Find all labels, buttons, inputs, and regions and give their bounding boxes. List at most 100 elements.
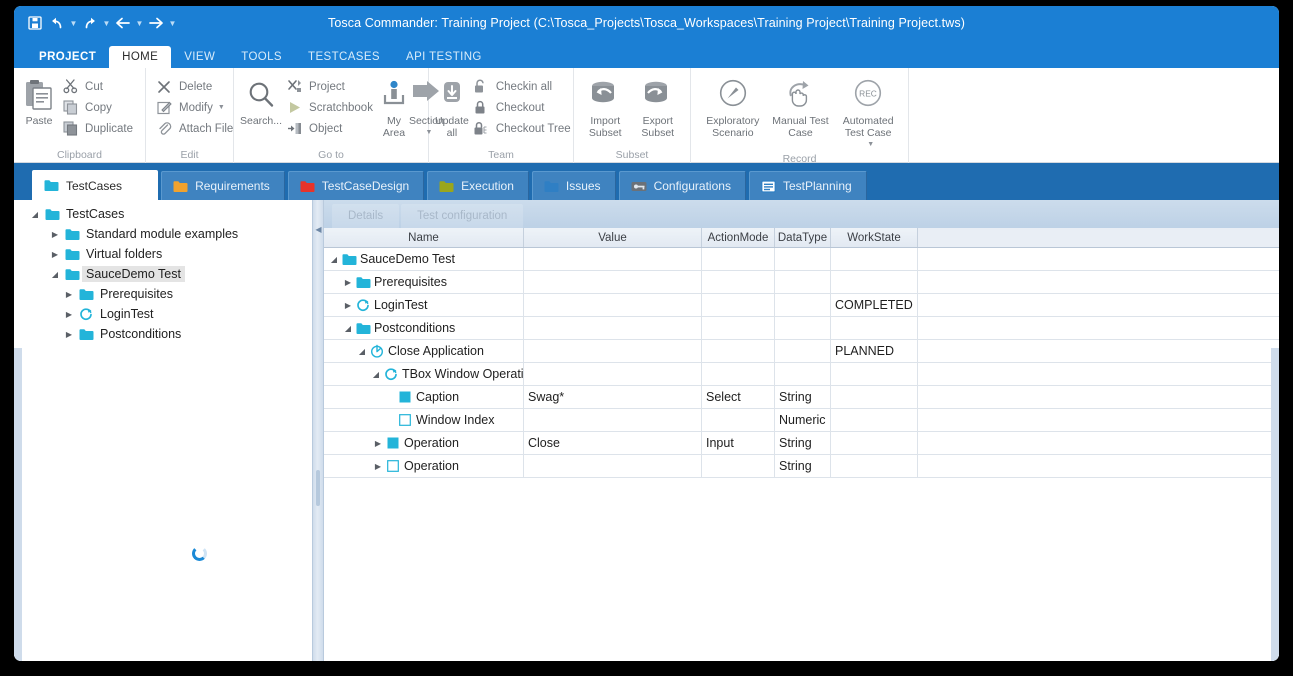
manual-test-case-button[interactable]: Manual Test Case	[767, 73, 835, 139]
automated-test-case-dropdown-icon[interactable]: ▼	[867, 139, 874, 151]
object-button[interactable]: Object	[282, 118, 379, 139]
ribbon-tab-view[interactable]: VIEW	[171, 46, 228, 68]
ribbon-tab-home[interactable]: HOME	[109, 46, 172, 68]
row-workstate-cell[interactable]	[831, 363, 918, 385]
row-datatype-cell[interactable]	[775, 317, 831, 339]
table-row[interactable]: ◢ SauceDemo Test	[324, 248, 1279, 271]
row-datatype-cell[interactable]: Numeric	[775, 409, 831, 431]
tree-item-logintest[interactable]: ▶ LoginTest	[22, 304, 312, 324]
row-workstate-cell[interactable]	[831, 409, 918, 431]
row-actionmode-cell[interactable]: Select	[702, 386, 775, 408]
panel-splitter[interactable]: ◀	[312, 200, 324, 661]
table-row[interactable]: ▶ LoginTest COMPLETED	[324, 294, 1279, 317]
splitter-grip[interactable]	[316, 470, 320, 506]
tree-item-prerequisites[interactable]: ▶ Prerequisites	[22, 284, 312, 304]
table-row[interactable]: ▶ Prerequisites	[324, 271, 1279, 294]
checkin-all-button[interactable]: Checkin all	[469, 76, 577, 97]
workspace-tab-requirements[interactable]: Requirements	[161, 171, 285, 200]
workspace-tab-configurations[interactable]: Configurations	[618, 171, 746, 200]
project-tree-panel[interactable]: ◢ TestCases ▶ Standard module examples ▶	[22, 200, 312, 661]
row-name-cell[interactable]: ◢ Close Application	[324, 340, 524, 362]
scratchbook-button[interactable]: Scratchbook	[282, 97, 379, 118]
row-workstate-cell[interactable]	[831, 271, 918, 293]
table-row[interactable]: Window Index Numeric	[324, 409, 1279, 432]
automated-test-case-button[interactable]: REC Automated Test Case ▼	[834, 73, 902, 151]
expander-down-icon[interactable]: ◢	[370, 370, 382, 379]
table-row[interactable]: ▶ Operation String	[324, 455, 1279, 478]
expander-right-icon[interactable]: ▶	[48, 230, 62, 239]
row-name-cell[interactable]: ◢ Postconditions	[324, 317, 524, 339]
expander-right-icon[interactable]: ▶	[372, 462, 384, 471]
grid-column-value[interactable]: Value	[524, 228, 702, 247]
row-value-cell[interactable]	[524, 409, 702, 431]
collapse-left-panel-icon[interactable]: ◀	[314, 218, 323, 240]
row-value-cell[interactable]	[524, 317, 702, 339]
row-name-cell[interactable]: ◢ TBox Window Operation	[324, 363, 524, 385]
workspace-tab-issues[interactable]: Issues	[531, 171, 616, 200]
row-actionmode-cell[interactable]	[702, 271, 775, 293]
copy-button[interactable]: Copy	[58, 97, 139, 118]
row-value-cell[interactable]	[524, 248, 702, 270]
row-datatype-cell[interactable]	[775, 248, 831, 270]
sub-tab-details[interactable]: Details	[332, 204, 400, 228]
table-row[interactable]: ◢ TBox Window Operation	[324, 363, 1279, 386]
ribbon-tab-project[interactable]: PROJECT	[26, 46, 109, 68]
ribbon-tab-testcases[interactable]: TESTCASES	[295, 46, 393, 68]
cut-button[interactable]: Cut	[58, 76, 139, 97]
row-value-cell[interactable]	[524, 294, 702, 316]
sub-tab-test-configuration[interactable]: Test configuration	[401, 204, 524, 228]
checkout-tree-button[interactable]: Checkout Tree	[469, 118, 577, 139]
row-workstate-cell[interactable]	[831, 386, 918, 408]
workspace-tab-testplanning[interactable]: TestPlanning	[748, 171, 867, 200]
workspace-tab-testcases[interactable]: TestCases ✕	[32, 170, 159, 200]
row-actionmode-cell[interactable]	[702, 409, 775, 431]
row-name-cell[interactable]: ▶ Prerequisites	[324, 271, 524, 293]
row-value-cell[interactable]: Close	[524, 432, 702, 454]
row-name-cell[interactable]: ▶ Operation	[324, 432, 524, 454]
expander-right-icon[interactable]: ▶	[62, 310, 76, 319]
row-value-cell[interactable]: Swag*	[524, 386, 702, 408]
expander-down-icon[interactable]: ◢	[328, 255, 340, 264]
grid-column-workstate[interactable]: WorkState	[831, 228, 918, 247]
grid-column-name[interactable]: Name	[324, 228, 524, 247]
exploratory-scenario-button[interactable]: Exploratory Scenario	[699, 73, 767, 139]
row-value-cell[interactable]	[524, 340, 702, 362]
row-actionmode-cell[interactable]	[702, 248, 775, 270]
import-subset-button[interactable]: Import Subset	[579, 73, 632, 139]
my-area-button[interactable]: My Area	[379, 73, 409, 139]
close-icon[interactable]: ✕	[133, 180, 143, 192]
row-actionmode-cell[interactable]: Input	[702, 432, 775, 454]
tree-item-postconditions[interactable]: ▶ Postconditions	[22, 324, 312, 344]
row-name-cell[interactable]: ◢ SauceDemo Test	[324, 248, 524, 270]
row-value-cell[interactable]	[524, 363, 702, 385]
row-value-cell[interactable]	[524, 271, 702, 293]
row-datatype-cell[interactable]	[775, 294, 831, 316]
expander-down-icon[interactable]: ◢	[28, 210, 42, 219]
table-row[interactable]: ◢ Postconditions	[324, 317, 1279, 340]
table-row[interactable]: ▶ Operation Close Input String	[324, 432, 1279, 455]
grid-column-datatype[interactable]: DataType	[775, 228, 831, 247]
row-datatype-cell[interactable]: String	[775, 432, 831, 454]
expander-down-icon[interactable]: ◢	[356, 347, 368, 356]
row-datatype-cell[interactable]: String	[775, 386, 831, 408]
tree-item-testcases[interactable]: ◢ TestCases	[22, 204, 312, 224]
row-actionmode-cell[interactable]	[702, 317, 775, 339]
expander-down-icon[interactable]: ◢	[48, 270, 62, 279]
expander-down-icon[interactable]: ◢	[342, 324, 354, 333]
row-actionmode-cell[interactable]	[702, 363, 775, 385]
expander-right-icon[interactable]: ▶	[342, 301, 354, 310]
row-workstate-cell[interactable]	[831, 432, 918, 454]
row-datatype-cell[interactable]: String	[775, 455, 831, 477]
row-name-cell[interactable]: ▶ LoginTest	[324, 294, 524, 316]
workspace-tab-execution[interactable]: Execution	[427, 171, 529, 200]
grid-column-actionmode[interactable]: ActionMode	[702, 228, 775, 247]
expander-right-icon[interactable]: ▶	[62, 330, 76, 339]
checkout-button[interactable]: Checkout	[469, 97, 577, 118]
row-workstate-cell[interactable]: PLANNED	[831, 340, 918, 362]
expander-right-icon[interactable]: ▶	[48, 250, 62, 259]
modify-button[interactable]: Modify ▼	[152, 97, 239, 118]
project-button[interactable]: Project	[282, 76, 379, 97]
export-subset-button[interactable]: Export Subset	[632, 73, 685, 139]
row-datatype-cell[interactable]	[775, 271, 831, 293]
paste-button[interactable]: Paste	[20, 73, 58, 127]
